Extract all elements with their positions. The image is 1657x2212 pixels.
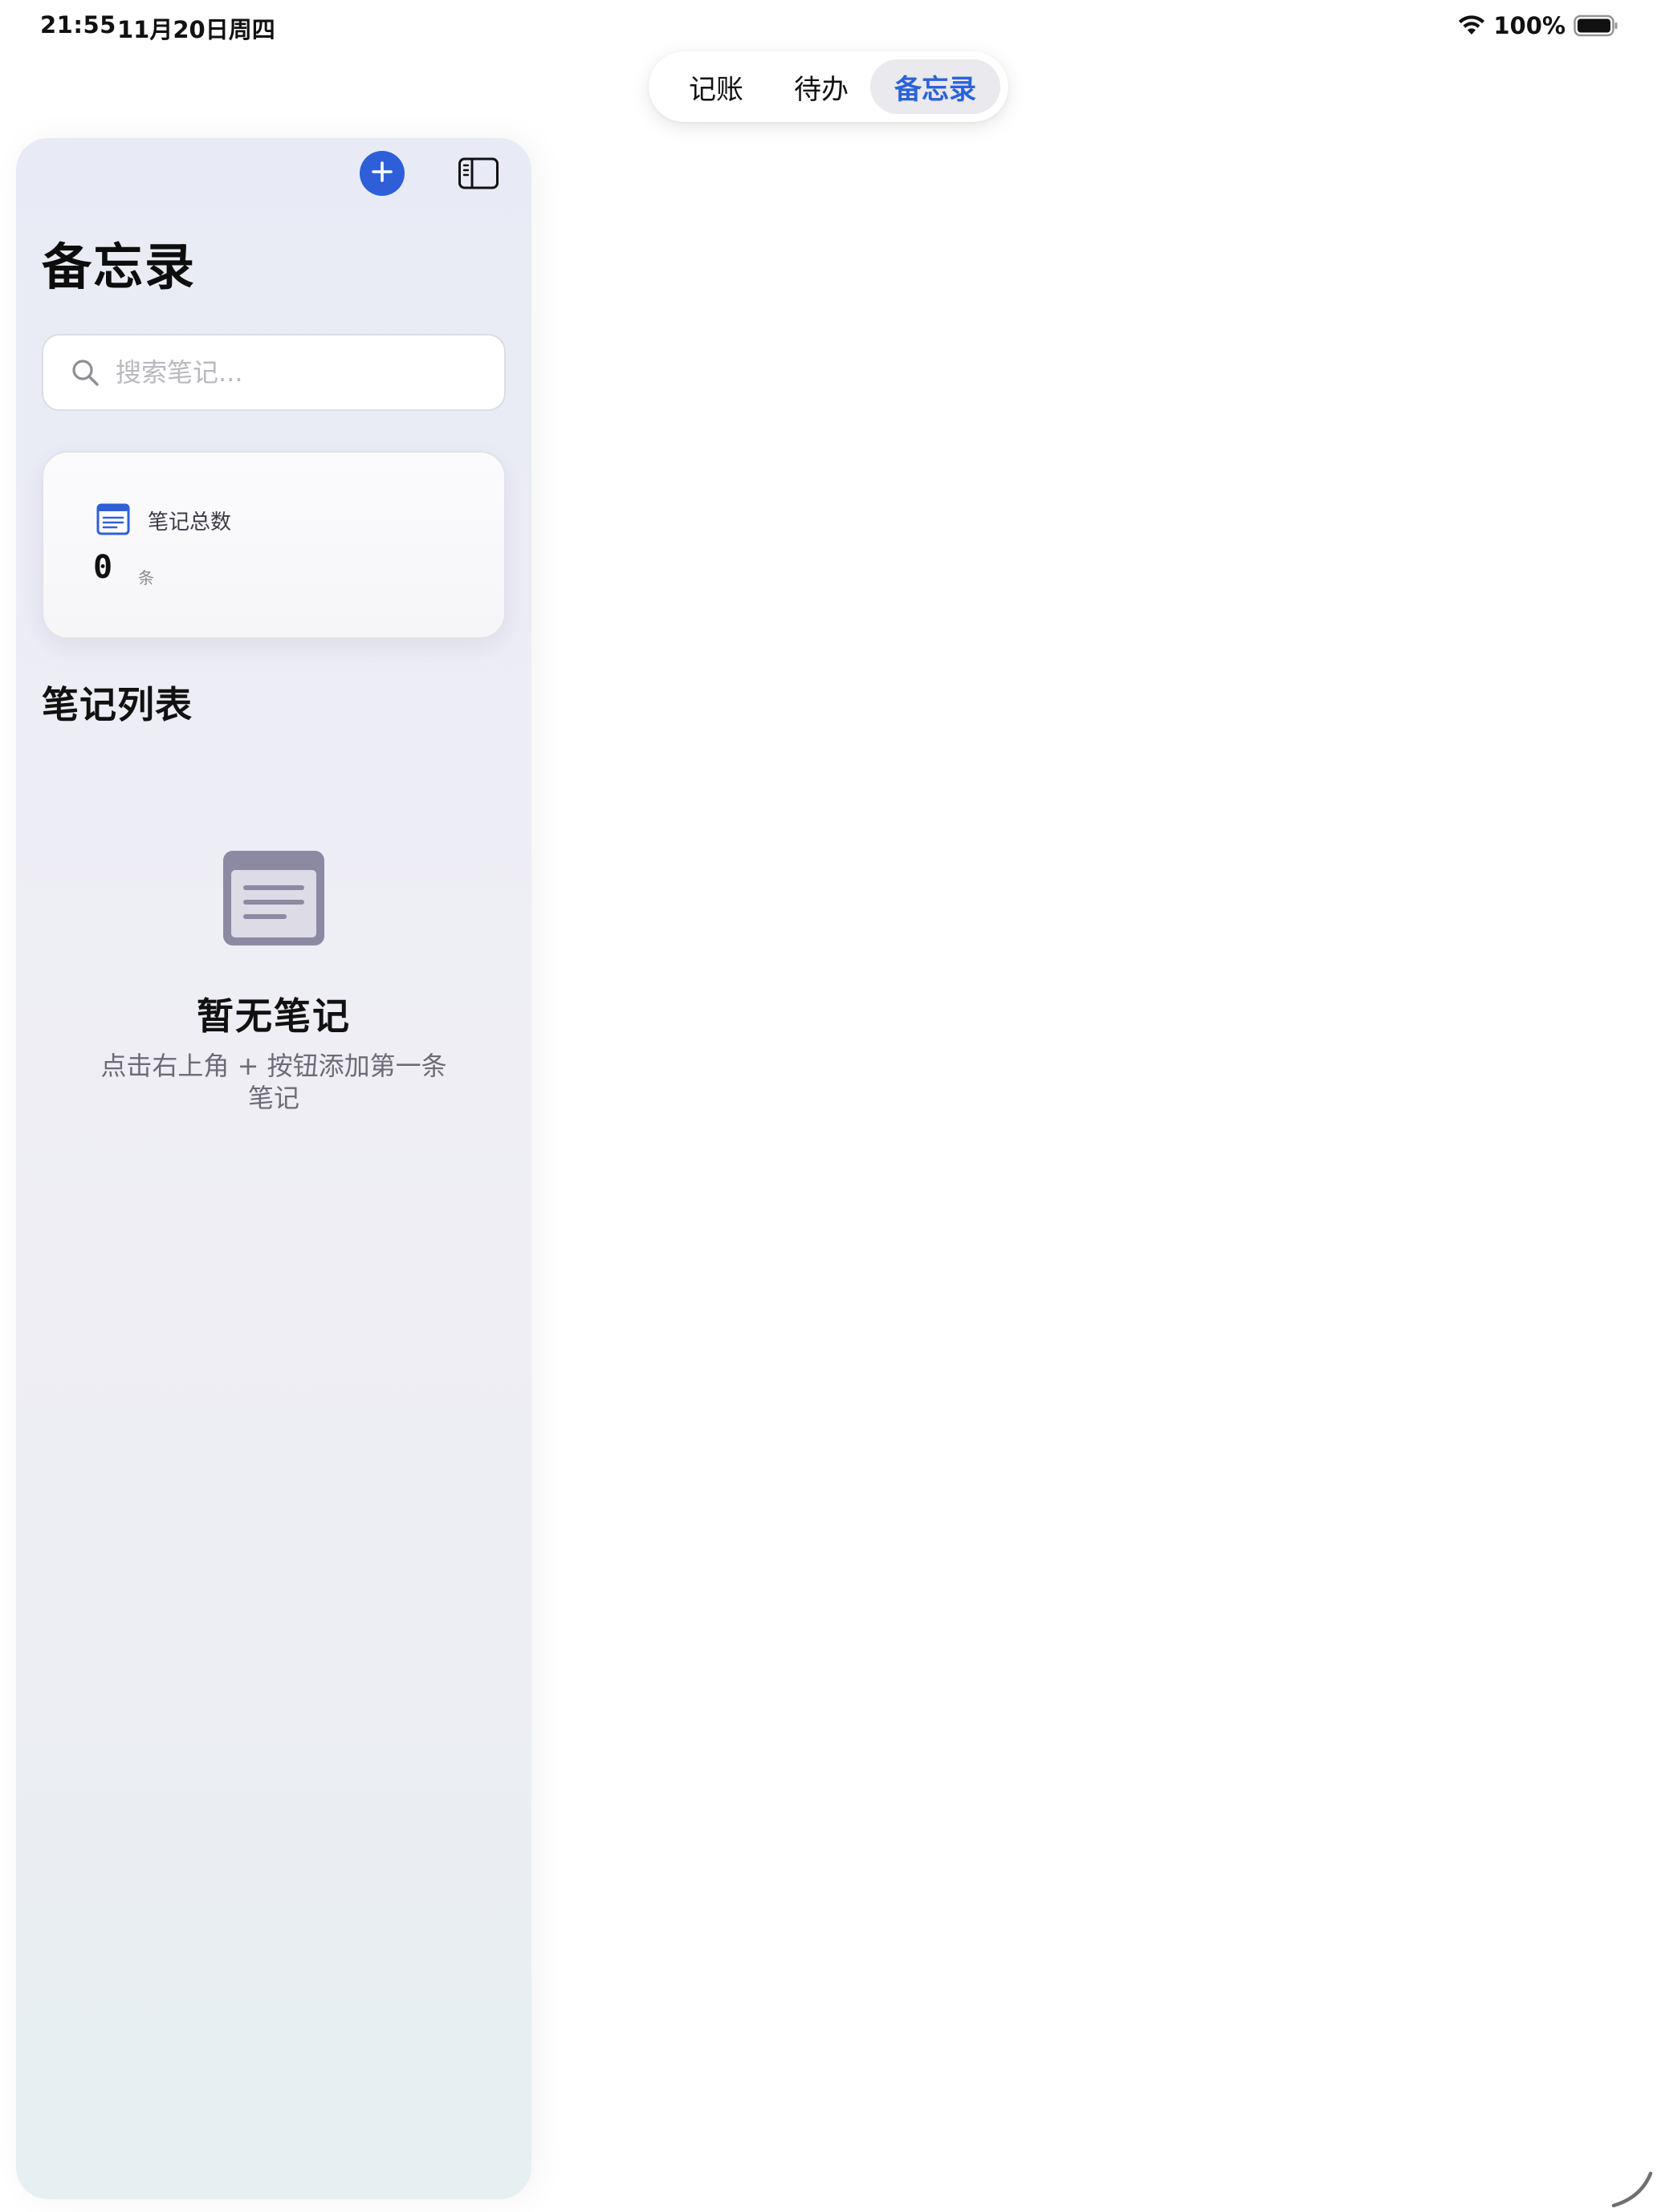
status-indicators: 100%	[1458, 10, 1618, 42]
battery-icon	[1574, 14, 1618, 37]
notes-empty-icon	[223, 851, 324, 945]
note-count-value: 0	[93, 549, 113, 586]
note-count-label: 笔记总数	[148, 510, 232, 535]
add-note-button[interactable]	[360, 151, 405, 196]
app-tab-switcher: 记账 待办 备忘录	[649, 51, 1008, 122]
search-input[interactable]	[114, 356, 487, 388]
status-bar: 21:55 11月20日周四 100%	[0, 0, 1657, 51]
page-title: 备忘录	[42, 238, 197, 296]
tab-todo[interactable]: 待办	[769, 59, 873, 114]
wifi-icon	[1458, 15, 1485, 36]
memo-sidebar: 备忘录 笔记总数 0 条 笔记列表	[16, 138, 531, 2199]
sidebar-toggle-icon	[458, 157, 499, 194]
empty-state-description: 点击右上角 + 按钮添加第一条笔记	[100, 1051, 447, 1113]
empty-state-title: 暂无笔记	[197, 994, 351, 1038]
note-list-title: 笔记列表	[42, 683, 193, 726]
battery-percent: 100%	[1493, 12, 1565, 39]
search-box[interactable]	[42, 334, 506, 411]
status-date: 11月20日周四	[117, 16, 275, 43]
sidebar-toggle-button[interactable]	[458, 156, 499, 191]
tab-memo[interactable]: 备忘录	[870, 59, 1000, 114]
search-icon	[71, 358, 100, 387]
plus-icon	[370, 160, 394, 187]
tab-accounting[interactable]: 记账	[665, 59, 767, 114]
document-icon	[96, 502, 130, 536]
corner-handle-icon	[1609, 2161, 1657, 2209]
status-time: 21:55	[40, 11, 116, 39]
note-count-unit: 条	[138, 568, 154, 588]
note-count-card: 笔记总数 0 条	[42, 451, 506, 639]
